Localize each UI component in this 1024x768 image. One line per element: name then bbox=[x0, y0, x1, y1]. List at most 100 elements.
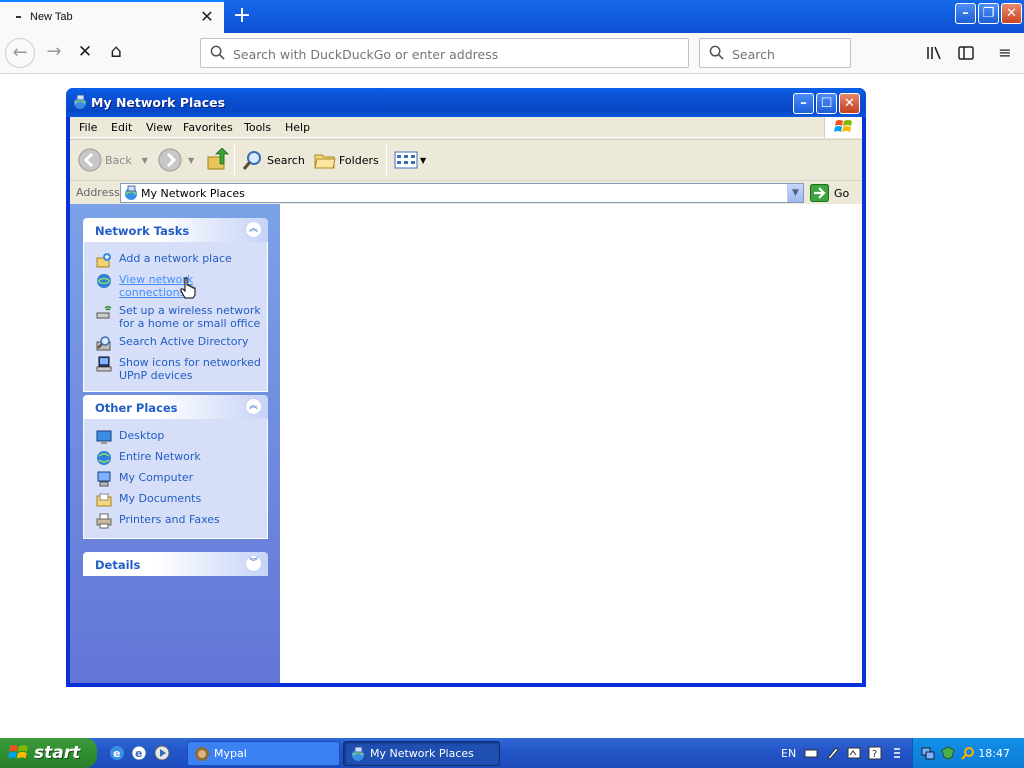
window-minimize-button[interactable]: – bbox=[793, 93, 814, 114]
tab-close-icon[interactable]: ✕ bbox=[198, 8, 216, 26]
new-tab-button[interactable]: + bbox=[229, 3, 255, 29]
place-my-documents[interactable]: My Documents bbox=[84, 490, 267, 511]
other-places-header[interactable]: Other Places ︽ bbox=[83, 395, 268, 419]
windows-logo bbox=[824, 117, 862, 138]
language-indicator[interactable]: EN bbox=[781, 747, 796, 760]
back-button[interactable]: Back ▼ bbox=[78, 140, 148, 180]
collapse-chevron-icon[interactable]: ︽ bbox=[245, 398, 262, 415]
views-dropdown-icon: ▼ bbox=[420, 155, 427, 165]
collapse-chevron-icon[interactable]: ︽ bbox=[245, 221, 262, 238]
search-bar[interactable] bbox=[699, 38, 851, 68]
task-setup-wireless-network[interactable]: Set up a wireless network for a home or … bbox=[84, 302, 267, 333]
menu-file[interactable]: File bbox=[79, 121, 97, 134]
media-player-icon[interactable] bbox=[154, 745, 170, 761]
window-close-button[interactable]: ✕ bbox=[839, 93, 860, 114]
forward-button[interactable]: ▼ bbox=[158, 140, 194, 180]
menu-help[interactable]: Help bbox=[285, 121, 310, 134]
keyboard-icon[interactable] bbox=[804, 746, 818, 760]
hamburger-menu-icon[interactable]: ≡ bbox=[993, 41, 1017, 65]
browser-back-button[interactable]: ← bbox=[5, 38, 35, 68]
network-places-icon bbox=[125, 185, 137, 200]
mypal-icon bbox=[195, 746, 209, 761]
window-maximize-button[interactable]: ☐ bbox=[816, 93, 837, 114]
svg-text:e: e bbox=[135, 747, 142, 760]
browser-minimize-button[interactable]: – bbox=[955, 3, 976, 24]
my-documents-icon bbox=[96, 493, 112, 507]
system-tray: 18:47 bbox=[912, 738, 1024, 768]
wireless-network-icon bbox=[96, 305, 112, 319]
url-input[interactable] bbox=[233, 45, 673, 63]
browser-home-button[interactable]: ⌂ bbox=[101, 38, 131, 68]
search-button[interactable]: Search bbox=[242, 140, 305, 180]
search-icon bbox=[242, 151, 261, 170]
up-folder-button[interactable] bbox=[206, 140, 230, 180]
help-icon[interactable]: ? bbox=[868, 746, 882, 760]
address-dropdown-icon[interactable]: ▼ bbox=[787, 184, 803, 202]
browser-tab[interactable]: New Tab ✕ bbox=[0, 0, 224, 33]
desktop-icon bbox=[96, 430, 112, 444]
add-network-place-icon bbox=[96, 253, 111, 268]
browser-restore-button[interactable]: ❐ bbox=[978, 3, 999, 24]
task-button-my-network-places[interactable]: My Network Places bbox=[343, 741, 500, 766]
search-directory-icon bbox=[96, 336, 111, 351]
task-button-mypal[interactable]: Mypal bbox=[187, 741, 340, 766]
task-show-upnp-devices[interactable]: Show icons for networked UPnP devices bbox=[84, 354, 267, 385]
tray-expand-icon[interactable] bbox=[890, 746, 904, 760]
network-places-icon bbox=[352, 746, 364, 761]
browser-tab-strip: New Tab ✕ + – ❐ ✕ bbox=[0, 0, 1024, 33]
place-my-computer[interactable]: My Computer bbox=[84, 469, 267, 490]
network-status-icon[interactable] bbox=[921, 746, 935, 760]
search-tray-icon[interactable] bbox=[961, 746, 975, 760]
network-tasks-title: Network Tasks bbox=[95, 224, 190, 238]
start-button[interactable]: start bbox=[0, 738, 97, 768]
place-printers-faxes[interactable]: Printers and Faxes bbox=[84, 511, 267, 532]
menu-view[interactable]: View bbox=[146, 121, 172, 134]
menu-tools[interactable]: Tools bbox=[244, 121, 271, 134]
go-arrow-icon bbox=[810, 184, 829, 202]
other-places-title: Other Places bbox=[95, 401, 178, 415]
task-add-network-place[interactable]: Add a network place bbox=[84, 250, 267, 271]
network-tasks-header[interactable]: Network Tasks ︽ bbox=[83, 218, 268, 242]
other-places-body: Desktop Entire Network My Computer My Do… bbox=[83, 419, 268, 539]
place-desktop[interactable]: Desktop bbox=[84, 427, 267, 448]
search-icon bbox=[709, 45, 724, 60]
url-bar[interactable] bbox=[200, 38, 689, 68]
tab-title: New Tab bbox=[30, 11, 73, 23]
search-input[interactable] bbox=[732, 45, 842, 63]
details-header[interactable]: Details ︾ bbox=[83, 552, 268, 576]
hand-cursor-icon bbox=[180, 277, 196, 299]
toolbar-separator bbox=[386, 144, 387, 176]
expand-chevron-icon[interactable]: ︾ bbox=[245, 555, 262, 572]
task-search-active-directory[interactable]: Search Active Directory bbox=[84, 333, 267, 354]
folders-button[interactable]: Folders bbox=[314, 140, 379, 180]
entire-network-icon bbox=[97, 451, 111, 465]
tab-loading-indicator bbox=[16, 16, 21, 18]
network-places-icon bbox=[74, 94, 86, 109]
views-button[interactable]: ▼ bbox=[394, 140, 426, 180]
browser-close-button[interactable]: ✕ bbox=[1001, 3, 1022, 24]
internet-explorer-icon[interactable]: e bbox=[109, 745, 125, 761]
shield-icon[interactable] bbox=[941, 746, 955, 760]
menu-edit[interactable]: Edit bbox=[111, 121, 132, 134]
address-label: Address bbox=[76, 186, 120, 199]
outlook-express-icon[interactable]: e bbox=[131, 745, 147, 761]
address-field[interactable]: My Network Places ▼ bbox=[120, 183, 804, 203]
language-bar-icon[interactable] bbox=[847, 746, 861, 760]
address-value: My Network Places bbox=[141, 187, 245, 200]
menu-favorites[interactable]: Favorites bbox=[183, 121, 233, 134]
sidebar-icon[interactable] bbox=[954, 41, 978, 65]
address-bar: Address My Network Places ▼ Go bbox=[70, 180, 862, 204]
up-folder-icon bbox=[207, 148, 229, 170]
window-title-bar[interactable]: My Network Places – ☐ ✕ bbox=[66, 88, 866, 117]
browser-forward-button[interactable]: → bbox=[39, 38, 69, 68]
windows-flag-icon bbox=[8, 745, 28, 759]
search-icon bbox=[210, 45, 225, 60]
place-entire-network[interactable]: Entire Network bbox=[84, 448, 267, 469]
library-icon[interactable] bbox=[922, 41, 946, 65]
pen-icon[interactable] bbox=[826, 746, 840, 760]
svg-text:e: e bbox=[113, 747, 120, 760]
upnp-device-icon bbox=[96, 356, 112, 372]
task-view-network-connections[interactable]: View network connections bbox=[84, 271, 267, 302]
browser-stop-button[interactable]: ✕ bbox=[70, 38, 100, 68]
go-button[interactable]: Go bbox=[810, 183, 849, 203]
